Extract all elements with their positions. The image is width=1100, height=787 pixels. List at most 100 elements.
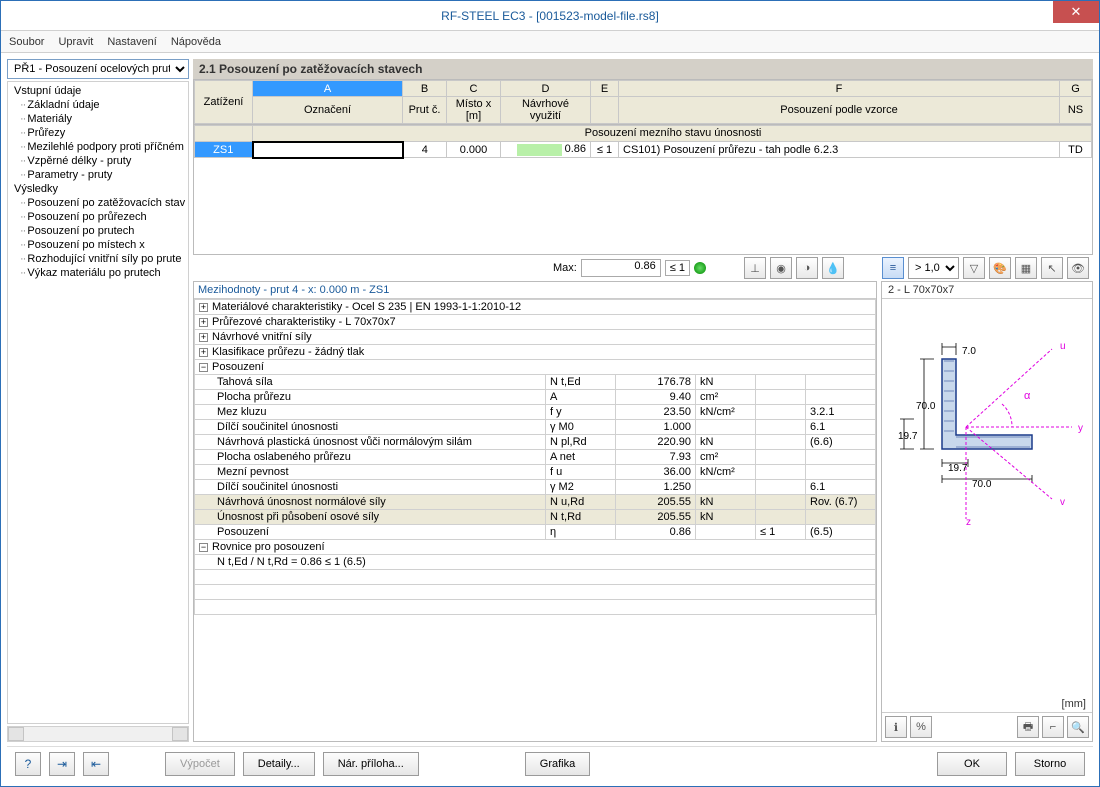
menu-help[interactable]: Nápověda bbox=[171, 36, 221, 48]
col-header[interactable]: Označení bbox=[253, 97, 403, 124]
tool-member-icon[interactable]: ◉ bbox=[770, 257, 792, 279]
detail-row[interactable]: Únosnost při působení osové sílyN t,Rd20… bbox=[195, 510, 876, 525]
info-icon[interactable]: ℹ bbox=[885, 716, 907, 738]
import-button[interactable]: ⇥ bbox=[49, 752, 75, 776]
detail-row[interactable]: Návrhová únosnost normálové sílyN u,Rd20… bbox=[195, 495, 876, 510]
col-letter[interactable]: C bbox=[447, 81, 501, 97]
section-title: 2.1 Posouzení po zatěžovacích stavech bbox=[193, 59, 1093, 79]
menu-settings[interactable]: Nastavení bbox=[107, 36, 157, 48]
col-header[interactable]: Prut č. bbox=[403, 97, 447, 124]
detail-row[interactable]: Posouzeníη0.86≤ 1(6.5) bbox=[195, 525, 876, 540]
col-letter[interactable]: B bbox=[403, 81, 447, 97]
title-bar: RF-STEEL EC3 - [001523-model-file.rs8] ✕ bbox=[1, 1, 1099, 31]
col-header[interactable]: Posouzení podle vzorce bbox=[619, 97, 1060, 124]
nav-h-scrollbar[interactable] bbox=[7, 726, 189, 742]
expand-row[interactable]: +Průřezové charakteristiky - L 70x70x7 bbox=[195, 315, 876, 330]
svg-text:19.7: 19.7 bbox=[948, 463, 968, 474]
svg-text:19.7: 19.7 bbox=[898, 431, 918, 442]
col-letter[interactable]: G bbox=[1060, 81, 1092, 97]
nav-item[interactable]: Posouzení po prutech bbox=[10, 224, 188, 238]
ok-button[interactable]: OK bbox=[937, 752, 1007, 776]
nav-item[interactable]: Posouzení po zatěžovacích stav bbox=[10, 196, 188, 210]
axes-icon[interactable]: ⌐ bbox=[1042, 716, 1064, 738]
tool-drop-icon[interactable]: 💧 bbox=[822, 257, 844, 279]
cell-name[interactable] bbox=[253, 142, 403, 158]
annex-button[interactable]: Nár. příloha... bbox=[323, 752, 419, 776]
details-header: Mezihodnoty - prut 4 - x: 0.000 m - ZS1 bbox=[194, 282, 876, 299]
expand-row[interactable]: −Rovnice pro posouzení bbox=[195, 540, 876, 555]
detail-row[interactable]: Plocha průřezuA9.40cm² bbox=[195, 390, 876, 405]
col-letter[interactable]: A bbox=[253, 81, 403, 97]
ok-indicator-icon bbox=[694, 262, 706, 274]
tool-excel-icon[interactable]: ▦ bbox=[1015, 257, 1037, 279]
cancel-button[interactable]: Storno bbox=[1015, 752, 1085, 776]
tool-view-icon[interactable]: ◑ bbox=[796, 257, 818, 279]
col-header[interactable] bbox=[591, 97, 619, 124]
nav-item[interactable]: Mezilehlé podpory proti příčném bbox=[10, 140, 188, 154]
close-button[interactable]: ✕ bbox=[1053, 1, 1099, 23]
cell-util[interactable]: 0.86 bbox=[501, 142, 591, 158]
col-letter[interactable]: E bbox=[591, 81, 619, 97]
export-button[interactable]: ⇤ bbox=[83, 752, 109, 776]
nav-item[interactable]: Parametry - pruty bbox=[10, 168, 188, 182]
nav-item[interactable]: Posouzení po místech x bbox=[10, 238, 188, 252]
col-header[interactable]: NS bbox=[1060, 97, 1092, 124]
tool-filter-icon[interactable]: ▽ bbox=[963, 257, 985, 279]
detail-row[interactable]: Mez kluzuf y23.50kN/cm²3.2.1 bbox=[195, 405, 876, 420]
tool-relation-icon[interactable]: ≡ bbox=[882, 257, 904, 279]
help-button[interactable]: ? bbox=[15, 752, 41, 776]
nav-item[interactable]: Rozhodující vnitřní síly po prute bbox=[10, 252, 188, 266]
zoom-icon[interactable]: 🔍 bbox=[1067, 716, 1089, 738]
cell-ns[interactable]: TD bbox=[1060, 142, 1092, 158]
max-value: 0.86 bbox=[581, 259, 661, 277]
case-selector[interactable]: PŘ1 - Posouzení ocelových prut bbox=[7, 59, 189, 79]
tool-eye-icon[interactable]: 👁 bbox=[1067, 257, 1089, 279]
details-button[interactable]: Detaily... bbox=[243, 752, 315, 776]
col-header[interactable]: Místo x [m] bbox=[447, 97, 501, 124]
nav-item[interactable]: Vzpěrné délky - pruty bbox=[10, 154, 188, 168]
menu-bar: Soubor Upravit Nastavení Nápověda bbox=[1, 31, 1099, 53]
table-row[interactable]: ZS1 4 0.000 0.86 ≤ 1 CS101) Posouzení pr… bbox=[195, 142, 1092, 158]
row-loadcase[interactable]: ZS1 bbox=[195, 142, 253, 158]
equation: N t,Ed / N t,Rd = 0.86 ≤ 1 (6.5) bbox=[195, 555, 876, 570]
expand-row[interactable]: +Materiálové charakteristiky - Ocel S 23… bbox=[195, 300, 876, 315]
menu-file[interactable]: Soubor bbox=[9, 36, 44, 48]
nav-item[interactable]: Průřezy bbox=[10, 126, 188, 140]
cell-member[interactable]: 4 bbox=[403, 142, 447, 158]
detail-row[interactable]: Plocha oslabeného průřezuA net7.93cm² bbox=[195, 450, 876, 465]
detail-row[interactable]: Mezní pevnostf u36.00kN/cm² bbox=[195, 465, 876, 480]
detail-row[interactable]: Návrhová plastická únosnost vůči normálo… bbox=[195, 435, 876, 450]
nav-item[interactable]: Výkaz materiálu po prutech bbox=[10, 266, 188, 280]
scale-select[interactable]: > 1,0 bbox=[908, 257, 959, 279]
nav-item[interactable]: Základní údaje bbox=[10, 98, 188, 112]
detail-row[interactable]: Dílčí součinitel únosnostiγ M21.2506.1 bbox=[195, 480, 876, 495]
values-icon[interactable]: % bbox=[910, 716, 932, 738]
grid-rowhdr[interactable]: Zatížení bbox=[195, 81, 253, 124]
svg-text:7.0: 7.0 bbox=[962, 346, 976, 357]
results-grid-body[interactable]: Posouzení mezního stavu únosnosti ZS1 4 … bbox=[193, 125, 1093, 255]
expand-row[interactable]: +Návrhové vnitřní síly bbox=[195, 330, 876, 345]
nav-item[interactable]: Posouzení po průřezech bbox=[10, 210, 188, 224]
detail-row[interactable]: Tahová sílaN t,Ed176.78kN bbox=[195, 375, 876, 390]
tool-colors-icon[interactable]: 🎨 bbox=[989, 257, 1011, 279]
expand-row[interactable]: +Klasifikace průřezu - žádný tlak bbox=[195, 345, 876, 360]
tool-select-member-icon[interactable]: ↖ bbox=[1041, 257, 1063, 279]
nav-item[interactable]: Materiály bbox=[10, 112, 188, 126]
graphics-button[interactable]: Grafika bbox=[525, 752, 590, 776]
menu-edit[interactable]: Upravit bbox=[58, 36, 93, 48]
tool-cross-section-icon[interactable]: ⊥ bbox=[744, 257, 766, 279]
detail-row[interactable]: Dílčí součinitel únosnostiγ M01.0006.1 bbox=[195, 420, 876, 435]
svg-text:z: z bbox=[966, 517, 971, 528]
cell-formula[interactable]: CS101) Posouzení průřezu - tah podle 6.2… bbox=[619, 142, 1060, 158]
calculate-button[interactable]: Výpočet bbox=[165, 752, 235, 776]
cross-section-preview: 2 - L 70x70x7 bbox=[881, 281, 1093, 742]
nav-group-results[interactable]: Výsledky bbox=[10, 182, 188, 196]
nav-group-input[interactable]: Vstupní údaje bbox=[10, 84, 188, 98]
expand-row[interactable]: −Posouzení bbox=[195, 360, 876, 375]
col-header[interactable]: Návrhové využití bbox=[501, 97, 591, 124]
col-letter[interactable]: F bbox=[619, 81, 1060, 97]
print-icon[interactable]: 🖶 bbox=[1017, 716, 1039, 738]
col-letter[interactable]: D bbox=[501, 81, 591, 97]
cell-x[interactable]: 0.000 bbox=[447, 142, 501, 158]
svg-text:α: α bbox=[1024, 390, 1031, 402]
